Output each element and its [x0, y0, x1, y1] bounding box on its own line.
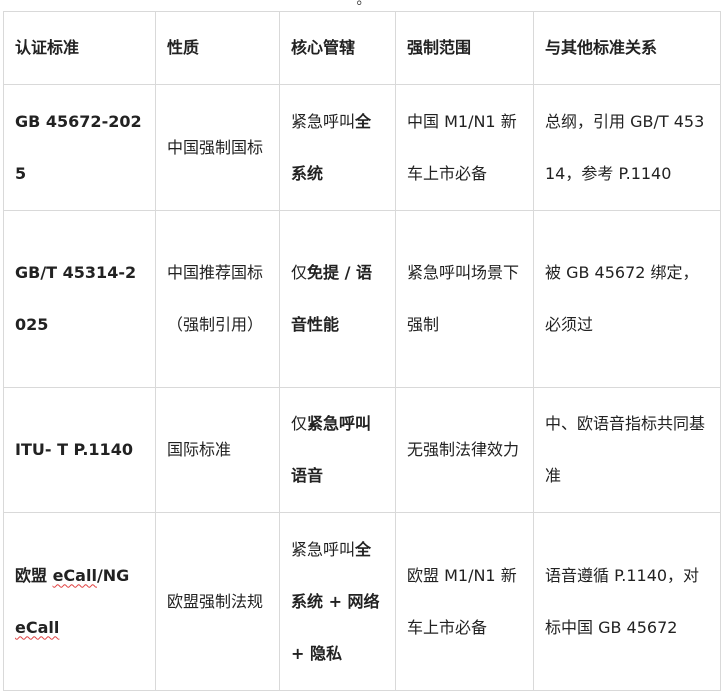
- scope-cell: 仅紧急呼叫语音: [279, 387, 396, 513]
- relation-cell: 中、欧语音指标共同基准: [533, 387, 721, 513]
- scope-cell: 仅免提 / 语音性能: [279, 210, 396, 388]
- spellcheck-word: eCall: [15, 617, 60, 637]
- header-scope: 核心管辖: [279, 11, 396, 85]
- header-nature: 性质: [155, 11, 280, 85]
- standard-cell: GB 45672-2025: [3, 84, 156, 211]
- table-row: GB 45672-2025 中国强制国标 紧急呼叫全系统 中国 M1/N1 新车…: [3, 84, 721, 211]
- nature-cell: 国际标准: [155, 387, 280, 513]
- table-row: ITU- T P.1140 国际标准 仅紧急呼叫语音 无强制法律效力 中、欧语音…: [3, 387, 721, 513]
- table-row: 欧盟 eCall/NG eCall 欧盟强制法规 紧急呼叫全系统 + 网络 + …: [3, 512, 721, 691]
- scope-text: 仅: [291, 414, 308, 433]
- table-row: GB/T 45314-2025 中国推荐国标（强制引用） 仅免提 / 语音性能 …: [3, 210, 721, 388]
- mandatory-cell: 无强制法律效力: [395, 387, 534, 513]
- standard-text: 欧盟: [15, 565, 53, 585]
- certification-standards-table: 认证标准 性质 核心管辖 强制范围 与其他标准关系 GB 45672-2025 …: [3, 11, 721, 691]
- relation-cell: 语音遵循 P.1140，对标中国 GB 45672: [533, 512, 721, 691]
- header-mandatory: 强制范围: [395, 11, 534, 85]
- nature-cell: 中国强制国标: [155, 84, 280, 211]
- header-relation: 与其他标准关系: [533, 11, 721, 85]
- standard-cell: ITU- T P.1140: [3, 387, 156, 513]
- standard-text: /NG: [96, 565, 130, 585]
- scope-cell: 紧急呼叫全系统 + 网络 + 隐私: [279, 512, 396, 691]
- relation-cell: 总纲，引用 GB/T 45314，参考 P.1140: [533, 84, 721, 211]
- mandatory-cell: 欧盟 M1/N1 新车上市必备: [395, 512, 534, 691]
- spellcheck-word: eCall: [52, 565, 97, 585]
- previous-text-fragment: 。: [356, 0, 371, 8]
- standard-cell: 欧盟 eCall/NG eCall: [3, 512, 156, 691]
- table-header-row: 认证标准 性质 核心管辖 强制范围 与其他标准关系: [3, 11, 721, 85]
- scope-text: 紧急呼叫: [291, 111, 356, 131]
- relation-cell: 被 GB 45672 绑定，必须过: [533, 210, 721, 388]
- scope-cell: 紧急呼叫全系统: [279, 84, 396, 211]
- mandatory-cell: 中国 M1/N1 新车上市必备: [395, 84, 534, 211]
- nature-cell: 中国推荐国标（强制引用）: [155, 210, 280, 388]
- mandatory-cell: 紧急呼叫场景下强制: [395, 210, 534, 388]
- scope-text: 仅: [291, 263, 308, 282]
- standard-cell: GB/T 45314-2025: [3, 210, 156, 388]
- nature-cell: 欧盟强制法规: [155, 512, 280, 691]
- header-standard: 认证标准: [3, 11, 156, 85]
- scope-text: 紧急呼叫: [291, 539, 356, 559]
